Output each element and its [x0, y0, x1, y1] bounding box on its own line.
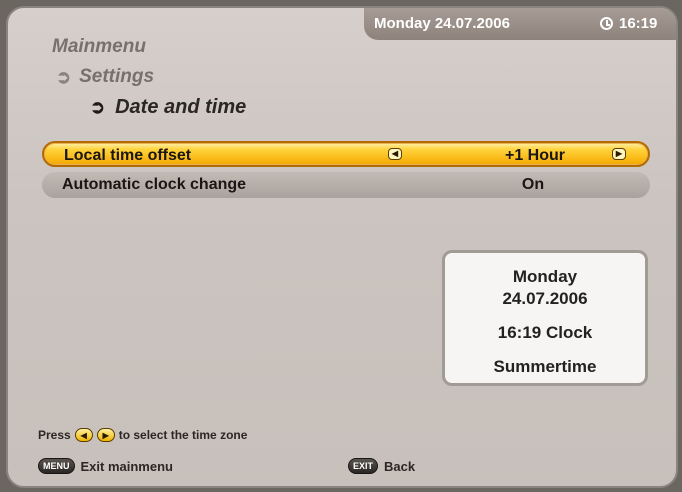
- return-arrow-icon: ➲: [90, 97, 106, 117]
- setting-automatic-clock-change[interactable]: Automatic clock change On: [42, 172, 650, 198]
- back-action[interactable]: EXIT Back: [348, 458, 415, 474]
- exit-mainmenu-action[interactable]: MENU Exit mainmenu: [38, 458, 173, 474]
- date-time-info-box: Monday 24.07.2006 16:19 Clock Summertime: [442, 250, 648, 386]
- return-arrow-icon: ➲: [56, 66, 72, 87]
- breadcrumb-settings: ➲ Settings: [56, 66, 154, 88]
- setting-label: Automatic clock change: [62, 176, 247, 193]
- page-title-label: Date and time: [115, 96, 247, 118]
- help-hint: Press ◀ ▶ to select the time zone: [38, 428, 247, 442]
- setting-value: On: [521, 176, 545, 193]
- back-label: Back: [384, 458, 416, 474]
- right-key-icon: ▶: [96, 428, 115, 442]
- hint-prefix: Press: [38, 428, 71, 442]
- info-time: 16:19 Clock: [497, 323, 593, 342]
- info-season: Summertime: [493, 357, 597, 376]
- breadcrumb-settings-label: Settings: [79, 66, 155, 87]
- status-bar: Monday 24.07.2006 16:19: [364, 8, 676, 40]
- hint-suffix: to select the time zone: [118, 428, 248, 442]
- left-key-icon: ◀: [74, 428, 93, 442]
- status-clock: 16:19: [600, 15, 657, 32]
- breadcrumb-mainmenu: Mainmenu: [52, 36, 146, 57]
- setting-label: Local time offset: [64, 147, 192, 164]
- menu-key-icon: MENU: [38, 458, 75, 474]
- arrow-left-icon[interactable]: ◀: [388, 148, 402, 160]
- clock-icon: [600, 17, 613, 30]
- exit-key-icon: EXIT: [348, 458, 379, 474]
- setting-value: +1 Hour: [504, 147, 565, 164]
- status-date: Monday 24.07.2006: [374, 15, 510, 32]
- exit-mainmenu-label: Exit mainmenu: [80, 458, 173, 474]
- arrow-right-icon[interactable]: ▶: [612, 148, 626, 160]
- info-date: 24.07.2006: [502, 289, 588, 308]
- osd-screen: Monday 24.07.2006 16:19 Mainmenu ➲ Setti…: [6, 6, 678, 488]
- setting-local-time-offset[interactable]: Local time offset ◀ +1 Hour ▶: [42, 141, 650, 167]
- page-title: ➲ Date and time: [90, 96, 246, 119]
- info-day: Monday: [512, 267, 578, 286]
- status-time: 16:19: [619, 15, 658, 32]
